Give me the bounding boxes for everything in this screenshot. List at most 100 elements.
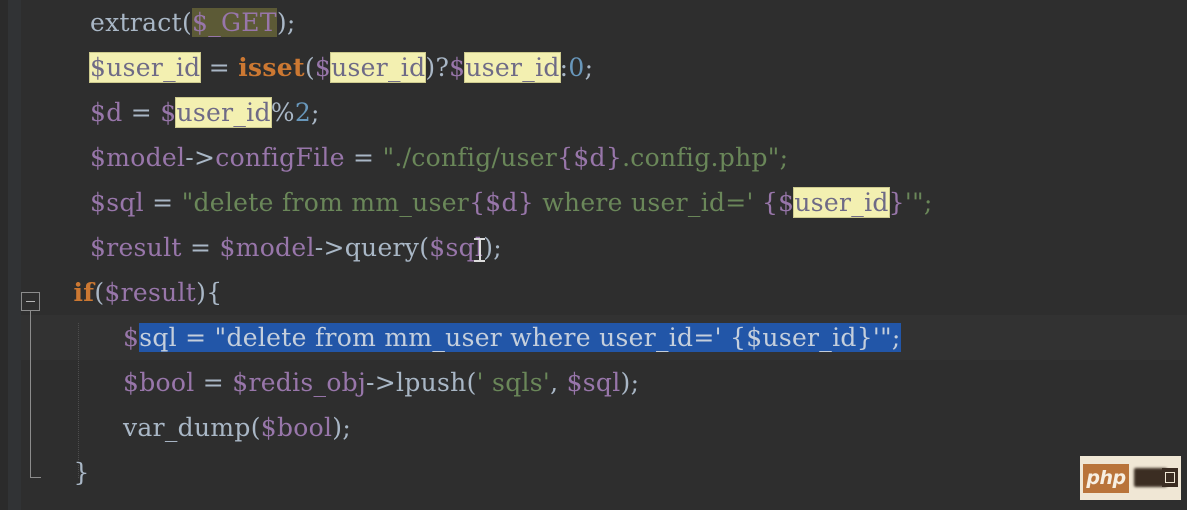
code-token: 0 xyxy=(568,53,585,82)
code-token: 2 xyxy=(294,98,312,127)
code-token: ; xyxy=(286,8,296,37)
code-token: $model xyxy=(90,143,186,172)
code-token: % xyxy=(270,98,295,127)
code-line[interactable]: } xyxy=(21,450,1187,495)
code-token: ( xyxy=(181,8,193,37)
code-line[interactable]: var_dump($bool); xyxy=(21,405,1187,450)
code-token: extract xyxy=(90,8,182,37)
code-line[interactable]: $sql = "delete from mm_user where user_i… xyxy=(21,315,1187,360)
code-token: $bool xyxy=(260,413,333,442)
code-token: {$d} xyxy=(469,188,534,217)
code-text-area[interactable]: extract($_GET); $user_id = isset($user_i… xyxy=(21,0,1187,510)
code-token: )? xyxy=(425,53,450,82)
code-token: query xyxy=(344,233,420,262)
selected-text: sql = "delete from mm_user where user_id… xyxy=(139,323,901,352)
code-token: "delete from mm_user xyxy=(181,188,470,217)
code-token: = xyxy=(143,188,182,217)
code-token: where user_id=' xyxy=(533,188,754,217)
code-token: } xyxy=(73,458,90,487)
code-token: } xyxy=(888,188,905,217)
code-token: ( xyxy=(250,413,261,442)
php-watermark-badge: php xyxy=(1080,456,1181,500)
code-token: ); xyxy=(332,413,352,442)
code-token: if xyxy=(73,278,95,307)
code-token: .config.php"; xyxy=(622,143,789,172)
code-token: , xyxy=(550,368,567,397)
code-token: ); xyxy=(620,368,640,397)
code-token: = xyxy=(181,233,220,262)
code-token: -> xyxy=(185,143,216,172)
code-token: ) xyxy=(276,8,287,37)
code-token: $sql xyxy=(566,368,621,397)
occurrence-highlight: user_id xyxy=(794,188,889,217)
code-editor-screenshot: extract($_GET); $user_id = isset($user_i… xyxy=(0,0,1187,510)
code-token: ( xyxy=(466,368,477,397)
code-token: $redis_obj xyxy=(232,368,367,397)
code-token: ); xyxy=(483,233,503,262)
code-token: $ xyxy=(160,98,177,127)
mouse-ibeam-cursor xyxy=(474,237,485,263)
code-token: $result xyxy=(90,233,182,262)
watermark-blurred-text xyxy=(1134,467,1178,489)
code-token: $ xyxy=(122,323,140,352)
code-line[interactable]: $result = $model->query($sql); xyxy=(21,225,1187,270)
code-token: ( xyxy=(419,233,430,262)
code-token: -> xyxy=(314,233,345,262)
indent-guide xyxy=(78,323,80,478)
code-token: $ xyxy=(449,53,466,82)
code-line[interactable]: $user_id = isset($user_id)?$user_id:0; xyxy=(21,45,1187,90)
code-token: $result xyxy=(104,278,197,307)
code-token: lpush xyxy=(396,368,467,397)
code-token: configFile xyxy=(215,143,345,172)
gutter-left-strip xyxy=(0,0,8,510)
code-line[interactable]: if($result){ xyxy=(21,270,1187,315)
occurrence-highlight: $user_id xyxy=(90,53,201,82)
code-token: isset xyxy=(238,53,305,82)
code-token: $d xyxy=(90,98,123,127)
code-token: "./config/user xyxy=(382,143,558,172)
code-line[interactable]: extract($_GET); xyxy=(21,0,1187,45)
write-occurrence-highlight: $_GET xyxy=(192,8,277,37)
fold-region-line xyxy=(30,311,31,478)
code-token: ' sqls' xyxy=(476,368,551,397)
code-token: $sql xyxy=(90,188,144,217)
code-token: ; xyxy=(311,98,320,127)
code-token: $model xyxy=(219,233,315,262)
code-token: = xyxy=(344,143,383,172)
code-token: $ xyxy=(314,53,332,82)
editor-gutter[interactable] xyxy=(0,0,22,510)
code-line[interactable]: $d = $user_id%2; xyxy=(21,90,1187,135)
occurrence-highlight: user_id xyxy=(331,53,426,82)
code-token: ; xyxy=(584,53,594,82)
code-token: ( xyxy=(94,278,105,307)
code-token: {$ xyxy=(753,188,795,217)
watermark-icon xyxy=(1162,467,1178,487)
code-token: = xyxy=(194,368,233,397)
code-line[interactable]: $bool = $redis_obj->lpush(' sqls', $sql)… xyxy=(21,360,1187,405)
code-line[interactable]: $sql = "delete from mm_user{$d} where us… xyxy=(21,180,1187,225)
occurrence-highlight: user_id xyxy=(176,98,271,127)
php-logo-label: php xyxy=(1083,463,1129,493)
code-token: = xyxy=(200,53,239,82)
code-token: ){ xyxy=(196,278,223,307)
fold-region-end xyxy=(30,477,41,478)
code-token: var_dump xyxy=(122,413,251,442)
code-token: $bool xyxy=(122,368,195,397)
code-token: = xyxy=(122,98,161,127)
code-line[interactable]: $model->configFile = "./config/user{$d}.… xyxy=(21,135,1187,180)
fold-collapse-icon[interactable] xyxy=(21,292,40,311)
code-token: '"; xyxy=(904,188,933,217)
code-token: -> xyxy=(366,368,397,397)
occurrence-highlight: user_id xyxy=(465,53,560,82)
